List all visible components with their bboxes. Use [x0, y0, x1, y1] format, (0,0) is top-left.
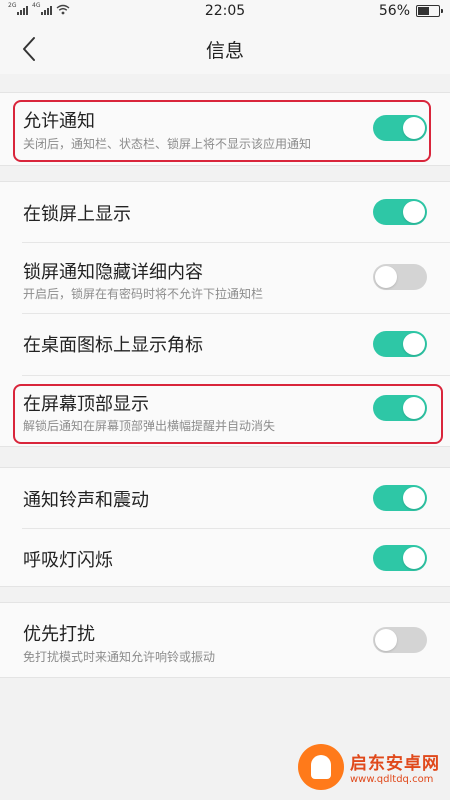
page-title: 信息 [205, 40, 244, 62]
app-header: 信息 [0, 24, 450, 74]
setting-subtitle: 开启后，锁屏在有密码时将不允许下拉通知栏 [23, 287, 264, 301]
setting-title: 锁屏通知隐藏详细内容 [23, 262, 203, 283]
setting-title: 允许通知 [23, 111, 95, 132]
settings-group-notifications: 允许通知 关闭后，通知栏、状态栏、锁屏上将不显示该应用通知 [0, 92, 450, 166]
setting-title: 在桌面图标上显示角标 [23, 335, 203, 356]
breathing-light-toggle[interactable] [373, 545, 427, 571]
setting-title: 优先打扰 [23, 624, 95, 645]
setting-title: 在锁屏上显示 [23, 204, 131, 225]
battery-fill [418, 7, 429, 15]
setting-subtitle: 免打扰模式时来通知允许响铃或振动 [23, 650, 216, 664]
toggle-knob [403, 333, 425, 355]
watermark-text: 启东安卓网 www.qdltdq.com [350, 749, 440, 785]
setting-title: 通知铃声和震动 [23, 490, 149, 511]
setting-title: 呼吸灯闪烁 [23, 550, 113, 571]
toggle-knob [403, 487, 425, 509]
setting-desktop-badge[interactable]: 在桌面图标上显示角标 [0, 313, 450, 375]
back-arrow-icon[interactable] [16, 34, 44, 64]
setting-show-on-lockscreen[interactable]: 在锁屏上显示 [0, 182, 450, 242]
setting-subtitle: 解锁后通知在屏幕顶部弹出横幅提醒并自动消失 [23, 419, 276, 433]
setting-hide-lockscreen-details[interactable]: 锁屏通知隐藏详细内容 开启后，锁屏在有密码时将不允许下拉通知栏 [0, 242, 450, 313]
show-on-top-toggle[interactable] [373, 395, 427, 421]
priority-interrupt-toggle[interactable] [373, 627, 427, 653]
setting-title: 在屏幕顶部显示 [23, 394, 149, 415]
show-on-lockscreen-toggle[interactable] [373, 199, 427, 225]
toggle-knob [375, 629, 397, 651]
setting-show-on-top[interactable]: 在屏幕顶部显示 解锁后通知在屏幕顶部弹出横幅提醒并自动消失 [0, 375, 450, 446]
toggle-knob [403, 547, 425, 569]
watermark-logo-icon [298, 744, 344, 790]
toggle-knob [403, 117, 425, 139]
toggle-knob [403, 397, 425, 419]
watermark-name: 启东安卓网 [350, 754, 440, 774]
battery-percent: 56% [378, 3, 410, 19]
settings-group-alerts: 通知铃声和震动 呼吸灯闪烁 [0, 467, 450, 587]
setting-priority-interrupt[interactable]: 优先打扰 免打扰模式时来通知允许响铃或振动 [0, 603, 450, 679]
watermark: 启东安卓网 www.qdltdq.com [298, 744, 440, 790]
setting-subtitle: 关闭后，通知栏、状态栏、锁屏上将不显示该应用通知 [23, 137, 312, 151]
settings-group-display: 在锁屏上显示 锁屏通知隐藏详细内容 开启后，锁屏在有密码时将不允许下拉通知栏 在… [0, 181, 450, 447]
toggle-knob [403, 201, 425, 223]
allow-notifications-toggle[interactable] [373, 115, 427, 141]
status-bar-right: 56% [378, 3, 443, 19]
setting-breathing-light[interactable]: 呼吸灯闪烁 [0, 528, 450, 588]
desktop-badge-toggle[interactable] [373, 331, 427, 357]
setting-ringtone-vibration[interactable]: 通知铃声和震动 [0, 468, 450, 528]
ringtone-vibration-toggle[interactable] [373, 485, 427, 511]
status-bar: 2G 4G 22:05 56% [0, 0, 450, 24]
settings-group-priority: 优先打扰 免打扰模式时来通知允许响铃或振动 [0, 602, 450, 678]
toggle-knob [375, 266, 397, 288]
setting-allow-notifications[interactable]: 允许通知 关闭后，通知栏、状态栏、锁屏上将不显示该应用通知 [0, 93, 450, 167]
battery-icon [416, 5, 443, 17]
hide-lockscreen-details-toggle[interactable] [373, 264, 427, 290]
watermark-url: www.qdltdq.com [350, 774, 434, 785]
